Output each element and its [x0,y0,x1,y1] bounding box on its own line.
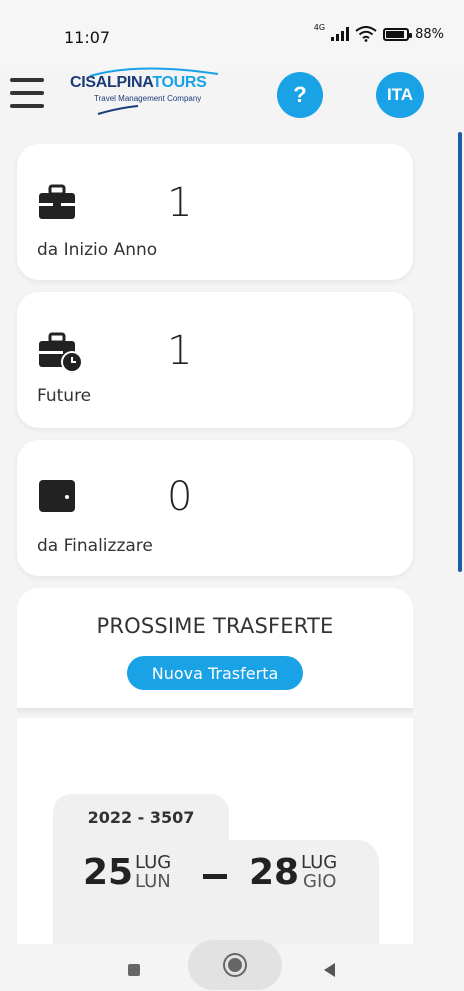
logo-part-1: CISALPINA [70,74,153,91]
briefcase-icon [39,184,75,219]
trip-card[interactable]: 2022 - 3507 25 LUG LUN 28 LUG GIO [17,718,413,944]
home-icon [225,955,245,975]
section-title: PROSSIME TRASFERTE [96,614,334,638]
stat-label: da Inizio Anno [37,240,158,260]
start-weekday: LUN [135,871,171,892]
status-icons: 4G 88% [313,23,444,42]
stat-label: da Finalizzare [37,536,153,556]
status-bar: 11:07 4G 88% [0,0,464,70]
end-month: LUG [301,852,338,873]
help-button[interactable]: ? [277,72,323,118]
home-button[interactable] [188,940,282,990]
stat-card-future[interactable]: 1 Future [17,292,413,428]
status-time: 11:07 [64,28,111,47]
scroll-indicator[interactable] [458,132,462,572]
app-header: CISALPINATOURS Travel Management Company… [0,62,464,132]
date-separator [203,874,227,879]
network-type: 4G [313,23,326,32]
trip-code-tab: 2022 - 3507 [53,794,229,844]
battery-icon [383,27,413,41]
stat-value: 0 [167,474,193,520]
battery-percent: 88% [415,26,444,42]
end-weekday: GIO [303,871,337,892]
start-day: 25 [83,852,134,893]
logo-part-2: TOURS [152,74,207,91]
briefcase-clock-icon [39,332,83,373]
logo-tagline: Travel Management Company [94,94,202,103]
upcoming-trips-section: PROSSIME TRASFERTE Nuova Trasferta [17,588,413,708]
trip-code: 2022 - 3507 [87,808,195,827]
wifi-icon [355,26,377,42]
stat-card-pending[interactable]: 0 da Finalizzare [17,440,413,576]
language-button[interactable]: ITA [376,72,424,118]
menu-icon[interactable] [10,78,44,108]
start-month: LUG [135,852,172,873]
back-icon[interactable] [324,963,335,977]
recents-icon[interactable] [128,964,140,976]
logo-swoosh-icon [89,67,219,115]
section-divider [17,708,413,716]
stat-value: 1 [167,328,193,374]
system-nav-bar [0,940,464,991]
end-day: 28 [249,852,300,893]
wallet-icon [39,480,75,512]
logo-wordmark: CISALPINATOURS [70,74,207,92]
stat-label: Future [37,386,92,406]
brand-logo: CISALPINATOURS Travel Management Company [70,62,230,118]
signal-icon [331,27,350,41]
new-trip-button[interactable]: Nuova Trasferta [127,656,303,690]
trip-dates: 25 LUG LUN 28 LUG GIO [53,840,379,944]
stat-card-year[interactable]: 1 da Inizio Anno [17,144,413,280]
stat-value: 1 [167,180,193,226]
